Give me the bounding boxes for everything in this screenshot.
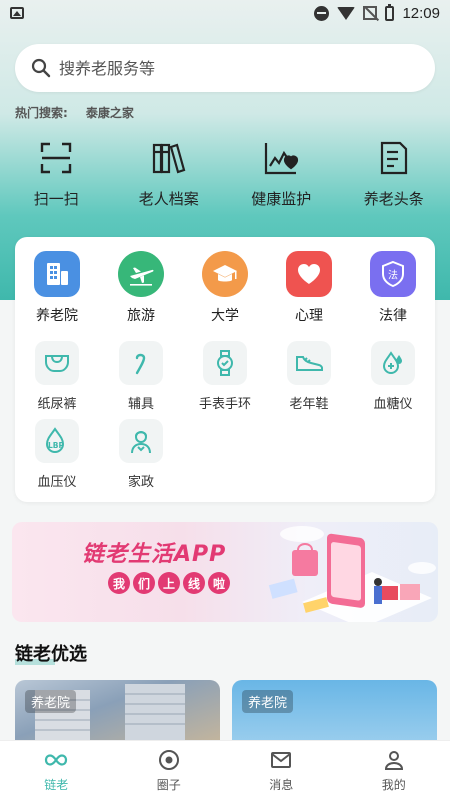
quick-action-label: 老人档案 xyxy=(138,190,199,208)
wifi-icon xyxy=(337,6,356,20)
category-travel[interactable]: 旅游 xyxy=(99,251,183,325)
person-icon xyxy=(384,751,403,770)
graduation-cap-icon xyxy=(202,251,248,297)
airplane-icon xyxy=(118,251,164,297)
product-label: 纸尿裤 xyxy=(37,397,77,412)
section-title: 链老优选 xyxy=(15,640,87,666)
product-row-1: 纸尿裤 辅具 手表手环 老年鞋 血糖仪 xyxy=(15,341,435,412)
product-aids[interactable]: 辅具 xyxy=(99,341,183,412)
product-label: 血糖仪 xyxy=(373,397,413,412)
quick-action-news[interactable]: 养老头条 xyxy=(338,140,450,220)
law-shield-icon: 法 xyxy=(370,251,416,297)
product-watch[interactable]: 手表手环 xyxy=(183,341,267,412)
tab-circle[interactable]: 圈子 xyxy=(113,741,226,800)
banner-slogan-char: 啦 xyxy=(208,572,230,594)
quick-action-archive[interactable]: 老人档案 xyxy=(113,140,226,220)
product-housekeeping[interactable]: 家政 xyxy=(99,419,183,490)
hot-search: 热门搜索: 泰康之家 xyxy=(15,104,134,121)
banner-slogan-char: 我 xyxy=(108,572,130,594)
category-label: 大学 xyxy=(211,308,239,324)
hot-search-tag[interactable]: 泰康之家 xyxy=(86,104,134,121)
tab-label: 圈子 xyxy=(156,778,181,792)
archive-books-icon xyxy=(152,143,186,174)
search-icon xyxy=(31,58,51,78)
building-icon xyxy=(34,251,80,297)
product-row-2: LBP 血压仪 家政 xyxy=(15,419,435,490)
category-label: 养老院 xyxy=(36,308,78,324)
hot-search-label: 热门搜索: xyxy=(15,106,68,120)
infinity-icon xyxy=(45,754,68,766)
product-label: 血压仪 xyxy=(37,475,77,490)
product-label: 手表手环 xyxy=(198,397,251,412)
mail-icon xyxy=(271,752,292,768)
category-psychology[interactable]: 心理 xyxy=(267,251,351,325)
category-label: 旅游 xyxy=(127,308,155,324)
search-input[interactable] xyxy=(59,58,399,78)
banner-slogan: 我 们 上 线 啦 xyxy=(108,572,230,594)
category-law[interactable]: 法 法律 xyxy=(351,251,435,325)
pick-card-tag: 养老院 xyxy=(25,690,77,713)
tab-label: 我的 xyxy=(381,778,406,792)
quick-action-scan[interactable]: 扫一扫 xyxy=(0,140,113,220)
product-diaper[interactable]: 纸尿裤 xyxy=(15,341,99,412)
quick-actions: 扫一扫 老人档案 健康监护 养老头条 xyxy=(0,140,450,220)
category-nursing-home[interactable]: 养老院 xyxy=(15,251,99,325)
promo-banner[interactable]: 链老生活APP 我 们 上 线 啦 xyxy=(12,522,438,622)
status-bar: 12:09 xyxy=(0,0,450,26)
watch-icon xyxy=(203,341,247,385)
quick-action-health[interactable]: 健康监护 xyxy=(225,140,338,220)
tab-home[interactable]: 链老 xyxy=(0,741,113,800)
services-card: 养老院 旅游 大学 心理 法 法律 纸尿裤 辅具 手表手环 老年鞋 血糖仪 LB… xyxy=(15,237,435,502)
tab-label: 链老 xyxy=(44,778,69,792)
bottom-tab-bar: 链老 圈子 消息 我的 xyxy=(0,740,450,800)
tab-profile[interactable]: 我的 xyxy=(338,741,450,800)
quick-action-label: 健康监护 xyxy=(251,190,312,208)
pick-card-tag: 养老院 xyxy=(242,690,294,713)
product-shoes[interactable]: 老年鞋 xyxy=(267,341,351,412)
glucose-drop-icon xyxy=(371,341,415,385)
banner-slogan-char: 上 xyxy=(158,572,180,594)
image-notification-icon xyxy=(10,7,24,19)
diaper-icon xyxy=(35,341,79,385)
shoe-icon xyxy=(287,341,331,385)
category-label: 心理 xyxy=(295,308,323,324)
search-bar[interactable] xyxy=(15,44,435,92)
blood-pressure-icon: LBP xyxy=(35,419,79,463)
category-university[interactable]: 大学 xyxy=(183,251,267,325)
news-doc-icon xyxy=(380,141,407,175)
circle-dot-icon xyxy=(158,750,179,770)
heart-icon xyxy=(286,251,332,297)
scan-icon xyxy=(41,142,72,174)
do-not-disturb-icon xyxy=(314,5,330,21)
product-label: 老年鞋 xyxy=(289,397,329,412)
banner-title: 链老生活APP xyxy=(82,542,227,567)
quick-action-label: 扫一扫 xyxy=(33,190,79,208)
banner-illustration xyxy=(268,526,436,622)
tab-messages[interactable]: 消息 xyxy=(225,741,338,800)
category-row: 养老院 旅游 大学 心理 法 法律 xyxy=(15,251,435,325)
quick-action-label: 养老头条 xyxy=(363,190,424,208)
no-signal-icon xyxy=(363,6,378,20)
battery-icon xyxy=(385,3,395,21)
cane-icon xyxy=(119,341,163,385)
blood-pressure-glyph: LBP xyxy=(48,441,64,450)
product-label: 辅具 xyxy=(127,397,154,412)
banner-slogan-char: 线 xyxy=(183,572,205,594)
health-monitor-icon xyxy=(265,143,299,175)
product-glucose-meter[interactable]: 血糖仪 xyxy=(351,341,435,412)
product-label: 家政 xyxy=(127,475,154,490)
law-shield-glyph: 法 xyxy=(388,269,398,282)
banner-slogan-char: 们 xyxy=(133,572,155,594)
product-blood-pressure[interactable]: LBP 血压仪 xyxy=(15,419,99,490)
status-time: 12:09 xyxy=(402,4,440,22)
category-label: 法律 xyxy=(379,308,407,324)
tab-label: 消息 xyxy=(269,778,294,792)
housekeeper-icon xyxy=(119,419,163,463)
